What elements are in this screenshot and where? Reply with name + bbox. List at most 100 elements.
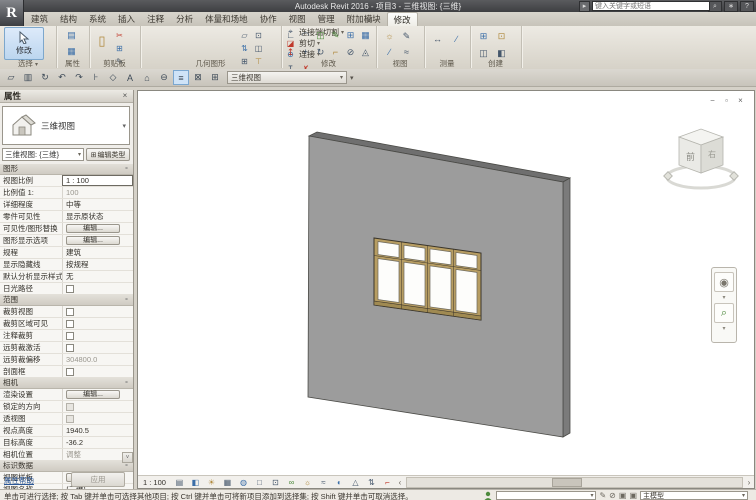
scroll-right-button[interactable]: › (744, 477, 754, 488)
tab-architecture[interactable]: 建筑 (25, 12, 54, 26)
worksharing-display-icon[interactable]: ≈ (316, 476, 331, 489)
tab-analyze[interactable]: 分析 (170, 12, 199, 26)
design-option-selector[interactable]: 主模型 ▾ (640, 491, 748, 500)
property-value[interactable]: -36.2 -36.2 (62, 437, 133, 448)
requests-count-icon[interactable]: ⊘ (609, 491, 616, 500)
value-button[interactable]: 编辑... (66, 390, 120, 399)
tab-manage[interactable]: 管理 (312, 12, 341, 26)
value-button[interactable]: 编辑... (66, 224, 120, 233)
override-graphics-icon[interactable]: ✎ (399, 29, 414, 43)
move-icon[interactable]: + (298, 45, 313, 59)
rendering-dialog-icon[interactable]: ◍ (236, 476, 251, 489)
measure-icon[interactable]: ↔ (430, 32, 445, 46)
tab-view[interactable]: 视图 (283, 12, 312, 26)
viewcube[interactable]: 前 右 (661, 115, 749, 199)
visual-style-icon[interactable]: ◧ (188, 476, 203, 489)
help-icon[interactable]: ? (740, 1, 754, 12)
property-value[interactable]: 无 无 (62, 271, 133, 282)
property-value[interactable] (62, 283, 133, 294)
modify-tool-button[interactable]: 修改 (4, 27, 44, 60)
minimize-icon[interactable]: − (707, 96, 718, 105)
scrollbar-thumb[interactable] (552, 478, 582, 487)
property-value[interactable] (62, 318, 133, 329)
property-value[interactable]: 304800.0 304800.0 (62, 354, 133, 365)
detail-level-icon[interactable]: ▤ (172, 476, 187, 489)
displace-elements-icon[interactable]: ≈ (399, 45, 414, 59)
checkbox[interactable] (66, 285, 74, 293)
property-value[interactable]: 中等 中等 (62, 199, 133, 210)
panel-label-select[interactable]: 选择 ▾ (0, 59, 56, 68)
active-option-only-icon[interactable]: ▣ (629, 491, 637, 500)
undo-icon[interactable]: ↶ (54, 70, 70, 85)
property-value[interactable]: 100 100 (62, 187, 133, 198)
mirror-pick-axis-icon[interactable]: ◫ (313, 28, 328, 42)
sun-path-icon[interactable]: ☀ (204, 476, 219, 489)
property-value[interactable]: 按规程 按规程 (62, 259, 133, 270)
cut-geometry-icon[interactable]: ▱ (238, 29, 251, 41)
instance-selector[interactable]: 三维视图: {三维} ▾ (2, 148, 84, 161)
checkbox[interactable] (66, 403, 74, 411)
temporary-hide-isolate-icon[interactable]: ∞ (284, 476, 299, 489)
pin-icon[interactable]: ⚬ (124, 463, 130, 469)
pin-icon[interactable]: ⚬ (124, 297, 130, 303)
tab-collaborate[interactable]: 协作 (254, 12, 283, 26)
hide-elements-icon[interactable]: ☼ (382, 29, 397, 43)
property-value[interactable]: 1 : 100 1 : 100 (62, 175, 133, 186)
customize-qat-button[interactable]: ▾ (350, 74, 354, 82)
property-value[interactable] (62, 413, 133, 424)
checkbox[interactable] (66, 344, 74, 352)
tab-insert[interactable]: 插入 (112, 12, 141, 26)
split-icon[interactable]: ⊘ (343, 45, 358, 59)
close-hidden-windows-icon[interactable]: ⊠ (190, 70, 206, 85)
redo-icon[interactable]: ↷ (71, 70, 87, 85)
zoom-icon[interactable]: ⌕ (714, 303, 734, 323)
save-icon[interactable]: ▥ (20, 70, 36, 85)
mirror-draw-axis-icon[interactable]: ✎ (328, 28, 343, 42)
checkbox[interactable] (66, 415, 74, 423)
search-input[interactable] (592, 1, 710, 11)
properties-header[interactable]: 属性 × (0, 90, 133, 103)
scroll-left-button[interactable]: ‹ (395, 477, 405, 488)
editing-requests-icon[interactable]: ✎ (599, 491, 606, 500)
copy-icon[interactable]: ⊞ (343, 28, 358, 42)
scale-icon[interactable]: ◬ (358, 45, 373, 59)
window-element[interactable] (374, 238, 481, 320)
linework-icon[interactable]: ∕ (382, 45, 397, 59)
crop-view-icon[interactable]: □ (252, 476, 267, 489)
switch-windows-combo[interactable]: 三维视图 ▾ (227, 71, 347, 84)
restore-icon[interactable]: ▫ (721, 96, 732, 105)
apply-button[interactable]: 应用 (71, 472, 125, 487)
temporary-view-properties-icon[interactable]: ◐ (332, 476, 347, 489)
reveal-constraints-icon[interactable]: ⌐ (380, 476, 395, 489)
property-value[interactable]: 编辑... 编辑... (62, 235, 133, 246)
sync-icon[interactable]: ↻ (37, 70, 53, 85)
offset-icon[interactable]: ◠ (298, 28, 313, 42)
beam-joins-icon[interactable]: ⇅ (238, 42, 251, 54)
worksets-icon[interactable] (483, 491, 493, 500)
tab-modify[interactable]: 修改 (387, 12, 418, 26)
reveal-hidden-elements-icon[interactable]: ☼ (300, 476, 315, 489)
default-3d-view-icon[interactable]: ⌂ (139, 70, 155, 85)
property-value[interactable]: 显示原状态 显示原状态 (62, 211, 133, 222)
checkbox[interactable] (66, 368, 74, 376)
workset-selector[interactable]: ▾ (496, 491, 596, 500)
dimension-icon[interactable]: ∕ (449, 32, 464, 46)
tab-systems[interactable]: 系统 (83, 12, 112, 26)
cut-icon[interactable]: ✂ (113, 29, 126, 41)
trim-extend-icon[interactable]: ⌐ (328, 45, 343, 59)
property-value[interactable] (62, 306, 133, 317)
shadows-icon[interactable]: ▦ (220, 476, 235, 489)
checkbox[interactable] (66, 308, 74, 316)
design-options-icon[interactable]: ▣ (619, 491, 627, 500)
create-group-icon[interactable]: ⊞ (476, 29, 491, 43)
value-button[interactable]: 编辑... (66, 236, 120, 245)
create-assembly-icon[interactable]: ◫ (476, 46, 491, 60)
chevron-down-icon[interactable]: ▾ (722, 325, 725, 332)
tab-annotate[interactable]: 注释 (141, 12, 170, 26)
close-icon[interactable]: × (120, 91, 130, 101)
tab-structure[interactable]: 结构 (54, 12, 83, 26)
pin-icon[interactable]: ⚬ (124, 380, 130, 386)
property-value[interactable] (62, 330, 133, 341)
view-scale-button[interactable]: 1 : 100 (143, 478, 166, 487)
text-icon[interactable]: A (122, 70, 138, 85)
